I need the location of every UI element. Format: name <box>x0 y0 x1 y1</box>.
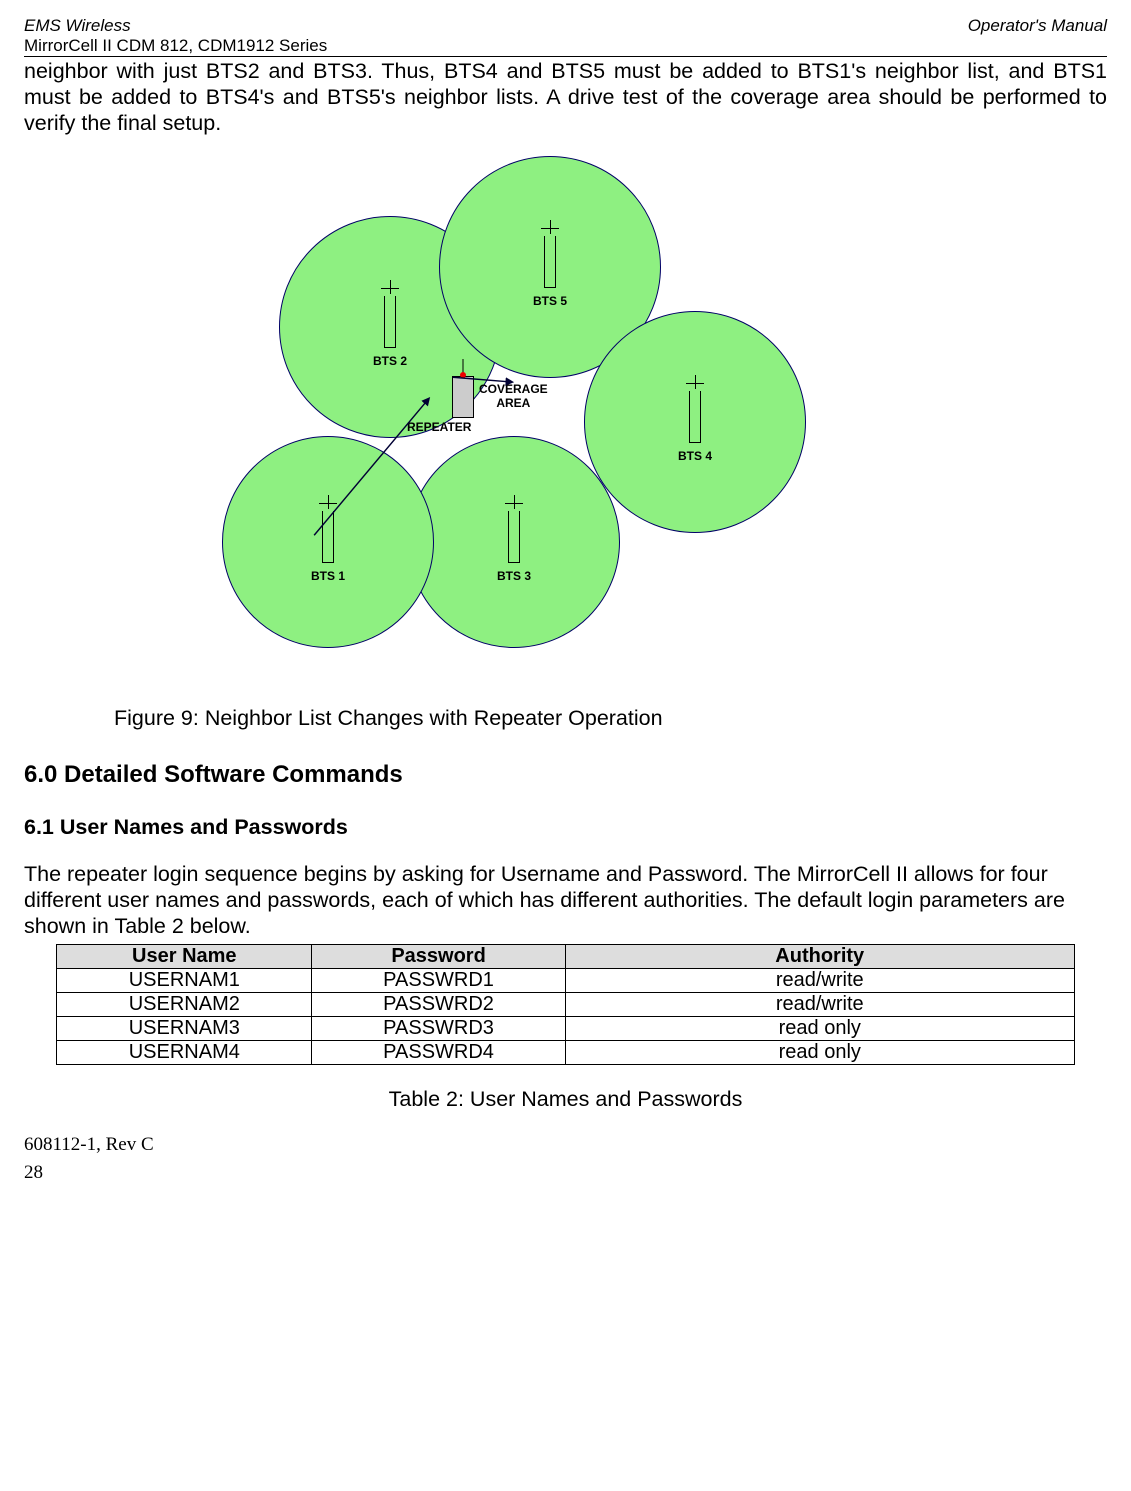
cell-user: USERNAM4 <box>57 1040 312 1064</box>
bts5-tower-icon <box>541 226 559 288</box>
footer-doc-rev: 608112-1, Rev C <box>24 1134 1107 1156</box>
header-left-top: EMS Wireless <box>24 16 131 36</box>
coverage-line1: COVERAGE <box>479 382 548 396</box>
table-row: USERNAM1 PASSWRD1 read/write <box>57 968 1074 992</box>
header-right-top: Operator's Manual <box>968 16 1107 36</box>
table-header-username: User Name <box>57 944 312 968</box>
bts1-tower-icon <box>319 501 337 563</box>
bts4-tower-icon <box>686 381 704 443</box>
cell-auth: read only <box>566 1040 1075 1064</box>
cell-user: USERNAM2 <box>57 992 312 1016</box>
cell-auth: read/write <box>566 968 1075 992</box>
cell-user: USERNAM1 <box>57 968 312 992</box>
section-6-1-heading: 6.1 User Names and Passwords <box>24 815 1107 840</box>
bts3-label: BTS 3 <box>497 569 531 583</box>
bts4-circle: BTS 4 <box>584 311 806 533</box>
cell-pass: PASSWRD1 <box>312 968 566 992</box>
intro-paragraph: neighbor with just BTS2 and BTS3. Thus, … <box>24 59 1107 136</box>
table-row: USERNAM4 PASSWRD4 read only <box>57 1040 1074 1064</box>
bts1-circle: BTS 1 <box>222 436 434 648</box>
bts2-tower-icon <box>381 286 399 348</box>
bts3-circle: BTS 3 <box>408 436 620 648</box>
bts3-tower-icon <box>505 501 523 563</box>
footer-page-number: 28 <box>24 1162 1107 1184</box>
section-6-1-paragraph: The repeater login sequence begins by as… <box>24 862 1107 939</box>
section-6-heading: 6.0 Detailed Software Commands <box>24 761 1107 789</box>
page-header-top: EMS Wireless Operator's Manual <box>24 16 1107 36</box>
table-row: User Name Password Authority <box>57 944 1074 968</box>
cell-pass: PASSWRD4 <box>312 1040 566 1064</box>
cell-pass: PASSWRD2 <box>312 992 566 1016</box>
bts2-label: BTS 2 <box>373 354 407 368</box>
table-row: USERNAM2 PASSWRD2 read/write <box>57 992 1074 1016</box>
coverage-line2: AREA <box>496 396 530 410</box>
table-header-authority: Authority <box>566 944 1075 968</box>
repeater-icon <box>452 376 474 418</box>
cell-pass: PASSWRD3 <box>312 1016 566 1040</box>
cell-auth: read/write <box>566 992 1075 1016</box>
table-2-login-parameters: User Name Password Authority USERNAM1 PA… <box>56 944 1074 1065</box>
bts4-label: BTS 4 <box>678 449 712 463</box>
page-header-sub: MirrorCell II CDM 812, CDM1912 Series <box>24 36 1107 57</box>
repeater-label: REPEATER <box>407 421 471 434</box>
table-row: USERNAM3 PASSWRD3 read only <box>57 1016 1074 1040</box>
table-2-caption: Table 2: User Names and Passwords <box>24 1087 1107 1112</box>
figure-9-diagram: BTS 2 BTS 5 BTS 4 BTS 3 BTS 1 REPEATER C… <box>24 146 1107 666</box>
coverage-label: COVERAGE AREA <box>479 383 548 409</box>
cell-auth: read only <box>566 1016 1075 1040</box>
bts5-label: BTS 5 <box>533 294 567 308</box>
figure-9-caption: Figure 9: Neighbor List Changes with Rep… <box>114 706 1107 731</box>
table-header-password: Password <box>312 944 566 968</box>
bts1-label: BTS 1 <box>311 569 345 583</box>
cell-user: USERNAM3 <box>57 1016 312 1040</box>
